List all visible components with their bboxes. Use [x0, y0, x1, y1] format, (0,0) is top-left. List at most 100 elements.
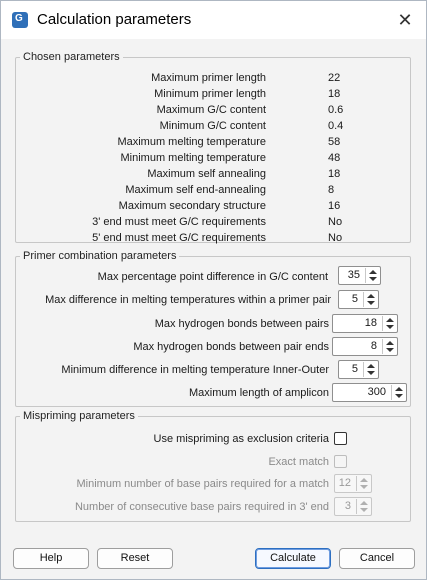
close-icon[interactable]: ✕ — [389, 6, 421, 34]
up-arrow-icon[interactable] — [367, 364, 375, 368]
exact-match-checkbox[interactable] — [334, 455, 347, 468]
window-title: Calculation parameters — [37, 11, 192, 28]
up-arrow-icon[interactable] — [367, 294, 375, 298]
reset-button[interactable]: Reset — [97, 548, 173, 569]
chosen-param-row: 3' end must meet G/C requirements No — [16, 214, 410, 230]
gc-difference-value: 35 — [347, 269, 360, 281]
chosen-param-label: Minimum G/C content — [159, 120, 266, 132]
primer-combination-group: Primer combination parameters Max percen… — [15, 250, 411, 407]
up-arrow-icon[interactable] — [369, 270, 377, 274]
down-arrow-icon[interactable] — [360, 485, 368, 489]
chosen-param-label: Maximum secondary structure — [118, 200, 266, 212]
up-arrow-icon[interactable] — [360, 478, 368, 482]
chosen-param-label: Maximum self end-annealing — [125, 184, 266, 196]
gc-difference-stepper[interactable]: 35 — [338, 266, 381, 285]
chosen-param-value: 16 — [328, 200, 341, 212]
chosen-param-label: Maximum self annealing — [147, 168, 266, 180]
chosen-param-value: 18 — [328, 88, 341, 100]
chosen-param-value: 0.4 — [328, 120, 344, 132]
help-button[interactable]: Help — [13, 548, 89, 569]
title-bar: Calculation parameters ✕ — [1, 1, 426, 39]
stepper-arrows[interactable] — [356, 499, 370, 514]
combo-row-amplicon: Maximum length of amplicon — [16, 385, 329, 401]
down-arrow-icon[interactable] — [395, 394, 403, 398]
chosen-param-row: Maximum secondary structure 16 — [16, 198, 410, 214]
hbonds-pairs-value: 18 — [364, 317, 377, 329]
tm-difference-stepper[interactable]: 5 — [338, 290, 379, 309]
chosen-param-value: No — [328, 216, 343, 228]
stepper-arrows[interactable] — [365, 268, 379, 283]
amplicon-length-value: 300 — [367, 386, 386, 398]
combo-row-hbonds-pairs: Max hydrogen bonds between pairs — [16, 316, 329, 332]
tm-difference-value: 5 — [351, 293, 358, 305]
combo-label-inner-outer: Minimum difference in melting temperatur… — [61, 364, 329, 376]
down-arrow-icon[interactable] — [369, 277, 377, 281]
chosen-param-label: Maximum G/C content — [156, 104, 266, 116]
chosen-parameters-legend: Chosen parameters — [20, 51, 123, 63]
chosen-param-label: 3' end must meet G/C requirements — [92, 216, 266, 228]
stepper-arrows[interactable] — [382, 339, 396, 354]
chosen-param-value: 18 — [328, 168, 341, 180]
chosen-param-label: 5' end must meet G/C requirements — [92, 232, 266, 244]
inner-outer-value: 5 — [351, 363, 358, 375]
min-pairs-stepper[interactable]: 12 — [334, 474, 372, 493]
hbonds-ends-stepper[interactable]: 8 — [332, 337, 398, 356]
chosen-param-value: 48 — [328, 152, 341, 164]
chosen-param-row: 5' end must meet G/C requirements No — [16, 230, 410, 246]
exact-match-label: Exact match — [268, 456, 329, 468]
combo-row-tm-difference: Max difference in melting temperatures w… — [16, 292, 331, 308]
chosen-parameters-group: Chosen parameters Maximum primer length 2… — [15, 51, 411, 246]
up-arrow-icon[interactable] — [395, 387, 403, 391]
combo-row-gc-difference: Max percentage point difference in G/C c… — [16, 269, 328, 285]
app-icon — [12, 12, 28, 28]
consecutive-pairs-stepper[interactable]: 3 — [334, 497, 372, 516]
down-arrow-icon[interactable] — [386, 325, 394, 329]
chosen-param-row: Maximum primer length 22 — [16, 70, 410, 86]
chosen-param-value: 22 — [328, 72, 341, 84]
stepper-arrows[interactable] — [363, 292, 377, 307]
combo-label-amplicon: Maximum length of amplicon — [188, 387, 329, 399]
chosen-param-label: Maximum melting temperature — [117, 136, 266, 148]
mispriming-min-pairs-row: Minimum number of base pairs required fo… — [16, 476, 330, 492]
chosen-param-label: Minimum melting temperature — [120, 152, 267, 164]
primer-combination-legend: Primer combination parameters — [20, 250, 180, 262]
consecutive-pairs-value: 3 — [344, 500, 351, 512]
stepper-arrows[interactable] — [356, 476, 370, 491]
chosen-param-value: 58 — [328, 136, 341, 148]
chosen-param-row: Minimum melting temperature 48 — [16, 150, 410, 166]
combo-label-hbonds-pairs: Max hydrogen bonds between pairs — [154, 318, 329, 330]
use-mispriming-label: Use mispriming as exclusion criteria — [153, 433, 329, 445]
hbonds-ends-value: 8 — [370, 340, 377, 352]
mispriming-exact-row: Exact match — [16, 454, 329, 470]
down-arrow-icon[interactable] — [367, 301, 375, 305]
stepper-arrows[interactable] — [382, 316, 396, 331]
down-arrow-icon[interactable] — [360, 508, 368, 512]
amplicon-length-stepper[interactable]: 300 — [332, 383, 407, 402]
chosen-param-value: 8 — [328, 184, 335, 196]
chosen-param-row: Maximum self end-annealing 8 — [16, 182, 410, 198]
mispriming-use-row: Use mispriming as exclusion criteria — [16, 431, 329, 447]
down-arrow-icon[interactable] — [386, 348, 394, 352]
combo-label-gc-difference: Max percentage point difference in G/C c… — [97, 271, 328, 283]
cancel-button[interactable]: Cancel — [339, 548, 415, 569]
chosen-param-value: No — [328, 232, 343, 244]
chosen-param-label: Minimum primer length — [154, 88, 266, 100]
dialog-window: Calculation parameters ✕ Chosen paramete… — [0, 0, 427, 580]
down-arrow-icon[interactable] — [367, 371, 375, 375]
up-arrow-icon[interactable] — [360, 501, 368, 505]
mispriming-consec-row: Number of consecutive base pairs require… — [16, 499, 329, 515]
min-pairs-value: 12 — [338, 477, 351, 489]
up-arrow-icon[interactable] — [386, 318, 394, 322]
use-mispriming-checkbox[interactable] — [334, 432, 347, 445]
combo-label-hbonds-ends: Max hydrogen bonds between pair ends — [133, 341, 329, 353]
stepper-arrows[interactable] — [391, 385, 405, 400]
stepper-arrows[interactable] — [363, 362, 377, 377]
up-arrow-icon[interactable] — [386, 341, 394, 345]
chosen-param-row: Maximum self annealing 18 — [16, 166, 410, 182]
hbonds-pairs-stepper[interactable]: 18 — [332, 314, 398, 333]
calculate-button[interactable]: Calculate — [255, 548, 331, 569]
chosen-param-value: 0.6 — [328, 104, 344, 116]
inner-outer-stepper[interactable]: 5 — [338, 360, 379, 379]
chosen-param-row: Maximum melting temperature 58 — [16, 134, 410, 150]
chosen-param-row: Minimum primer length 18 — [16, 86, 410, 102]
